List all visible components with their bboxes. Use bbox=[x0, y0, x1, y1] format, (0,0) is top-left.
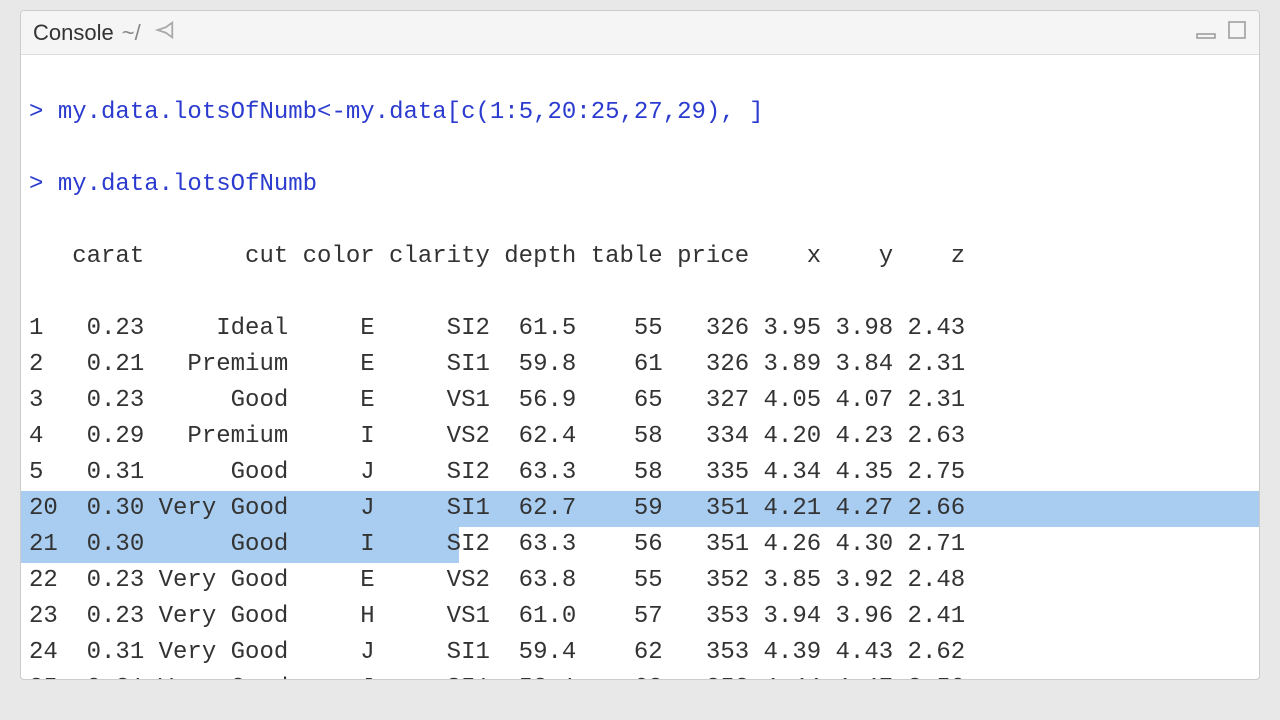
prompt: > bbox=[29, 99, 58, 126]
table-row: 4 0.29 Premium I VS2 62.4 58 334 4.20 4.… bbox=[29, 419, 1251, 455]
table-row: 23 0.23 Very Good H VS1 61.0 57 353 3.94… bbox=[29, 599, 1251, 635]
table-row: 5 0.31 Good J SI2 63.3 58 335 4.34 4.35 … bbox=[29, 455, 1251, 491]
console-panel: Console ~/ > my.data.lotsOfNumb<-my.data… bbox=[20, 10, 1260, 680]
console-output[interactable]: > my.data.lotsOfNumb<-my.data[c(1:5,20:2… bbox=[21, 55, 1259, 680]
window-controls bbox=[1195, 20, 1247, 46]
table-row: 20 0.30 Very Good J SI1 62.7 59 351 4.21… bbox=[21, 491, 1259, 527]
table-row: 2 0.21 Premium E SI1 59.8 61 326 3.89 3.… bbox=[29, 347, 1251, 383]
r-code: my.data.lotsOfNumb bbox=[58, 171, 317, 198]
r-code: my.data.lotsOfNumb<-my.data[c(1:5,20:25,… bbox=[58, 99, 764, 126]
table-body: 1 0.23 Ideal E SI2 61.5 55 326 3.95 3.98… bbox=[29, 311, 1251, 680]
prompt: > bbox=[29, 171, 58, 198]
share-icon[interactable] bbox=[153, 19, 175, 47]
input-line: > my.data.lotsOfNumb<-my.data[c(1:5,20:2… bbox=[29, 95, 1251, 131]
minimize-icon[interactable] bbox=[1195, 20, 1217, 46]
table-row: 3 0.23 Good E VS1 56.9 65 327 4.05 4.07 … bbox=[29, 383, 1251, 419]
table-header: carat cut color clarity depth table pric… bbox=[29, 239, 1251, 275]
table-row: 24 0.31 Very Good J SI1 59.4 62 353 4.39… bbox=[29, 635, 1251, 671]
console-titlebar: Console ~/ bbox=[21, 11, 1259, 55]
table-row: 25 0.31 Very Good J SI1 58.1 62 353 4.44… bbox=[29, 671, 1251, 680]
table-row: 21 0.30 Good I SI2 63.3 56 351 4.26 4.30… bbox=[21, 527, 1259, 563]
table-row: 22 0.23 Very Good E VS2 63.8 55 352 3.85… bbox=[29, 563, 1251, 599]
table-row: 1 0.23 Ideal E SI2 61.5 55 326 3.95 3.98… bbox=[29, 311, 1251, 347]
working-dir-path: ~/ bbox=[122, 20, 141, 46]
maximize-icon[interactable] bbox=[1227, 20, 1247, 46]
panel-title: Console bbox=[33, 20, 114, 46]
input-line: > my.data.lotsOfNumb bbox=[29, 167, 1251, 203]
